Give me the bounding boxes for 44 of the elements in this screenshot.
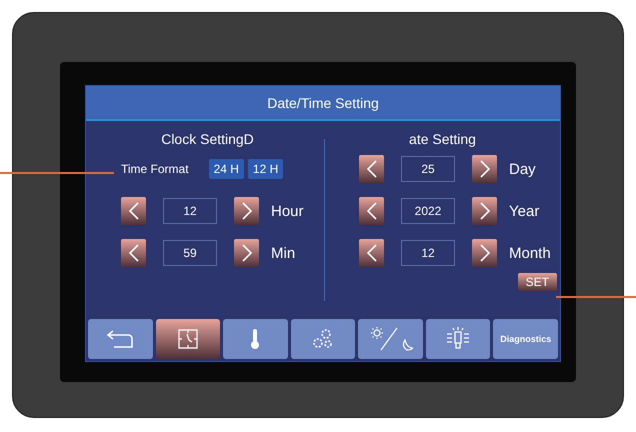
decrease-button[interactable] <box>121 239 146 267</box>
section-title: Clock SettingD <box>160 131 255 149</box>
decrease-button[interactable] <box>359 197 384 225</box>
time-format-option[interactable]: 12 H <box>248 159 284 179</box>
chevron-left-icon <box>366 202 376 220</box>
back-arrow-icon <box>106 329 134 349</box>
chevron-left-icon <box>128 202 138 220</box>
section-title: ate Setting <box>408 131 477 149</box>
unit-label: Day <box>509 160 536 178</box>
value-field[interactable]: 25 <box>401 156 455 182</box>
thermometer-icon <box>250 328 260 350</box>
decrease-button[interactable] <box>359 239 384 267</box>
increase-button[interactable] <box>472 239 497 267</box>
clock-icon <box>176 328 199 350</box>
window-title: Date/Time Setting <box>86 86 560 121</box>
unit-label: Hour <box>271 202 304 220</box>
increase-button[interactable] <box>234 239 259 267</box>
sun-moon-icon <box>368 326 413 352</box>
chevron-left-icon <box>128 244 138 262</box>
chevron-right-icon <box>242 244 252 262</box>
time-format-label: Time Format <box>121 162 189 176</box>
chevron-right-icon <box>480 202 490 220</box>
chevron-left-icon <box>366 244 376 262</box>
set-button[interactable]: SET <box>518 273 557 291</box>
decrease-button[interactable] <box>359 155 384 183</box>
increase-button[interactable] <box>472 155 497 183</box>
nav-tab[interactable] <box>156 319 220 359</box>
value-field[interactable]: 59 <box>163 240 217 266</box>
value-field[interactable]: 12 <box>401 240 455 266</box>
value-field[interactable]: 12 <box>163 198 217 224</box>
time-format-option[interactable]: 24 H <box>208 159 244 179</box>
unit-label: Year <box>509 202 540 220</box>
value-field[interactable]: 2022 <box>401 198 455 224</box>
chevron-left-icon <box>366 160 376 178</box>
decrease-button[interactable] <box>121 197 146 225</box>
increase-button[interactable] <box>472 197 497 225</box>
light-bulb-icon <box>445 327 472 351</box>
unit-label: Min <box>271 244 296 262</box>
chevron-right-icon <box>480 160 490 178</box>
gears-icon <box>312 328 334 350</box>
chevron-right-icon <box>480 244 490 262</box>
chevron-right-icon <box>242 202 252 220</box>
unit-label: Month <box>509 244 551 262</box>
increase-button[interactable] <box>234 197 259 225</box>
